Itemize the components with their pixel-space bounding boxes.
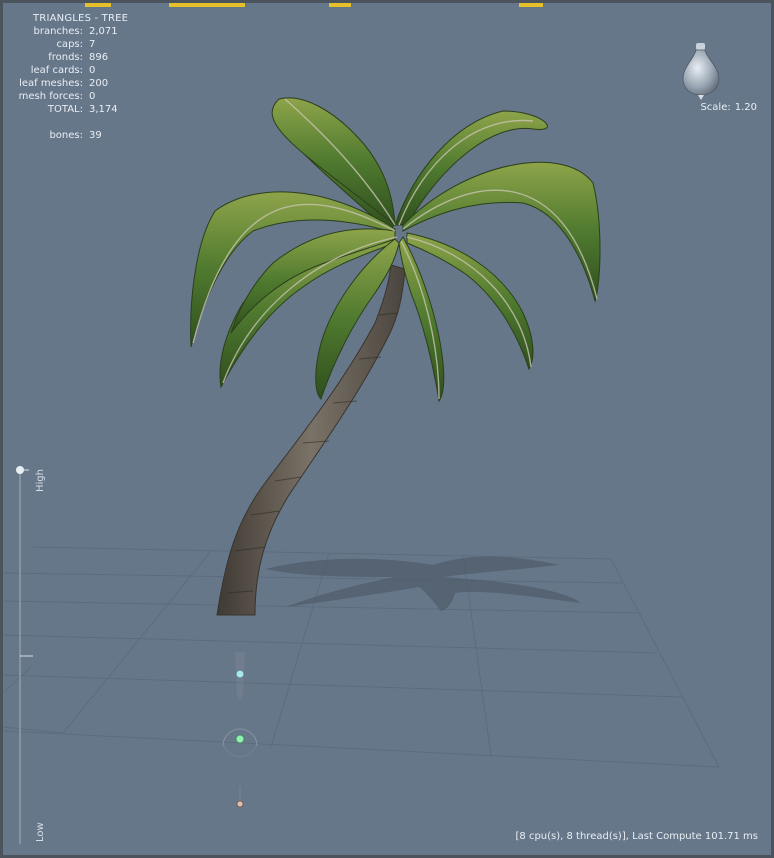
light-bulb-icon[interactable] <box>679 41 723 101</box>
lod-slider-handle[interactable] <box>16 466 24 474</box>
stats-value: 7 <box>89 39 96 50</box>
bones-label: bones: <box>49 130 83 141</box>
stats-title: TRIANGLES - TREE <box>33 13 129 24</box>
stats-value: 3,174 <box>89 104 118 115</box>
lod-slider[interactable]: High Low <box>15 466 49 846</box>
stats-value: 0 <box>89 65 96 76</box>
stats-value: 0 <box>89 91 96 102</box>
stats-label: fronds: <box>48 52 83 63</box>
stats-label: leaf cards: <box>30 65 83 76</box>
stats-value: 896 <box>89 52 109 63</box>
lod-high-label: High <box>35 469 46 492</box>
stats-row: leaf cards: 0 <box>11 64 128 77</box>
scale-value: 1.20 <box>734 102 757 113</box>
stats-row: branches: 2,071 <box>11 25 128 38</box>
scene-handles <box>222 652 258 808</box>
stats-row-bones: bones: 39 <box>11 129 128 142</box>
stats-label: leaf meshes: <box>19 78 83 89</box>
scale-readout: Scale: 1.20 <box>700 102 757 113</box>
stats-row: leaf meshes: 200 <box>11 77 128 90</box>
lod-low-label: Low <box>35 822 46 842</box>
tree-viewport[interactable]: TRIANGLES - TREE branches: 2,071 caps: 7 f… <box>0 0 774 858</box>
stats-value: 200 <box>89 78 109 89</box>
stats-label: TOTAL: <box>47 104 83 115</box>
bones-value: 39 <box>89 130 102 141</box>
status-bar-text: [8 cpu(s), 8 thread(s)], Last Compute 10… <box>515 831 759 842</box>
stats-row-total: TOTAL: 3,174 <box>11 103 128 116</box>
stats-value: 2,071 <box>89 26 118 37</box>
stats-row: caps: 7 <box>11 38 128 51</box>
triangle-stats-panel: TRIANGLES - TREE branches: 2,071 caps: 7 f… <box>11 12 128 142</box>
wind-handle-icon[interactable] <box>235 669 245 679</box>
stats-label: mesh forces: <box>18 91 83 102</box>
root-handle-icon[interactable] <box>236 800 244 808</box>
stats-label: branches: <box>33 26 84 37</box>
stats-label: caps: <box>56 39 83 50</box>
scale-label: Scale: <box>700 102 731 113</box>
stats-row: mesh forces: 0 <box>11 90 128 103</box>
stats-row: fronds: 896 <box>11 51 128 64</box>
tree-handle-icon[interactable] <box>235 734 245 744</box>
